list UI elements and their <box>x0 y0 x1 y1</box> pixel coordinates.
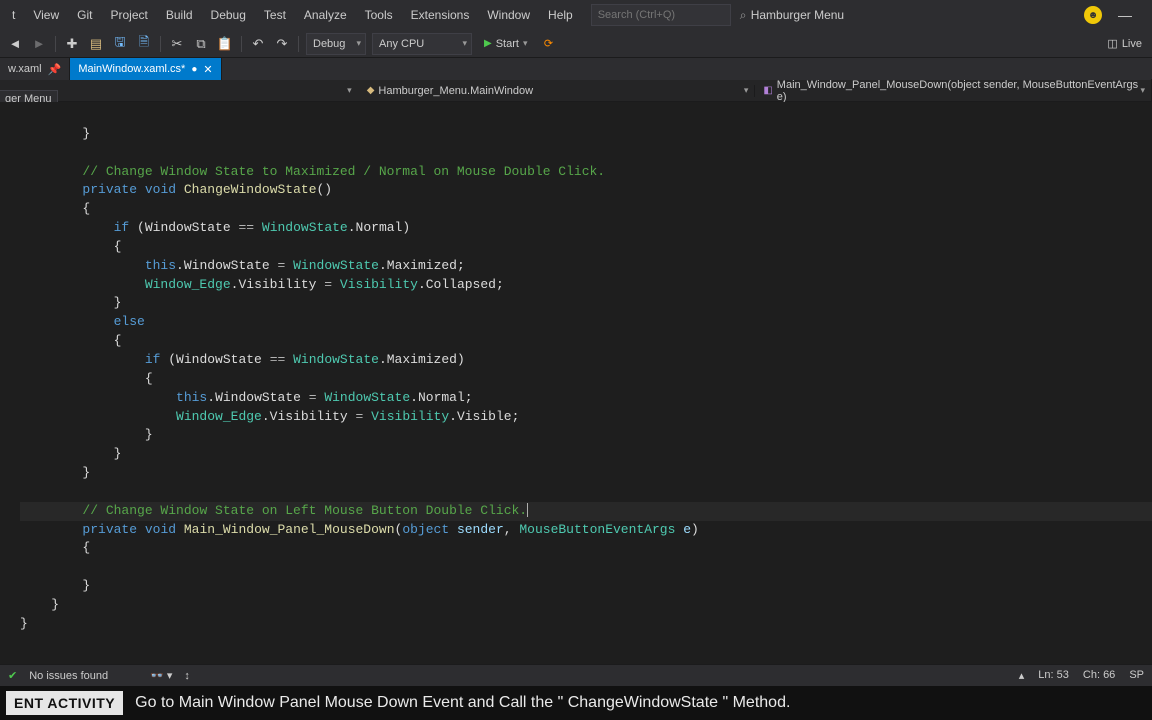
menu-view[interactable]: View <box>25 4 67 26</box>
forward-button[interactable]: ► <box>28 33 50 55</box>
config-dropdown[interactable]: Debug <box>306 33 366 55</box>
arrows-icon[interactable]: ↕ <box>184 670 190 682</box>
menu-help[interactable]: Help <box>540 4 581 26</box>
cut-button[interactable]: ✂ <box>166 33 188 55</box>
activity-overlay: ENT ACTIVITY Go to Main Window Panel Mou… <box>0 686 1152 720</box>
search-box[interactable]: ⌕ <box>591 4 731 26</box>
menu-item[interactable]: t <box>4 4 23 26</box>
glasses-icon[interactable]: 👓 ▾ <box>150 669 172 682</box>
nav-member[interactable]: ◧ Main_Window_Panel_MouseDown(object sen… <box>755 79 1152 103</box>
menu-analyze[interactable]: Analyze <box>296 4 355 26</box>
nav-class[interactable]: ◆ Hamburger_Menu.MainWindow <box>359 85 756 97</box>
save-all-button[interactable]: 🗎 <box>133 33 155 55</box>
close-icon[interactable]: ✕ <box>203 63 212 76</box>
user-badge-icon[interactable]: ☻ <box>1084 6 1102 24</box>
start-label: Start <box>496 38 519 50</box>
menu-git[interactable]: Git <box>69 4 100 26</box>
new-button[interactable]: ✚ <box>61 33 83 55</box>
text-cursor <box>527 503 528 517</box>
dirty-icon: ● <box>191 64 197 75</box>
redo-button[interactable]: ↷ <box>271 33 293 55</box>
menu-tools[interactable]: Tools <box>357 4 401 26</box>
tab-label: w.xaml <box>8 63 42 75</box>
search-input[interactable] <box>598 9 740 21</box>
caret-up-icon[interactable]: ▴ <box>1019 669 1025 682</box>
activity-text: Go to Main Window Panel Mouse Down Event… <box>135 694 790 712</box>
line-indicator[interactable]: Ln: 53 <box>1038 669 1069 682</box>
live-icon: ◫ <box>1107 37 1117 50</box>
char-indicator[interactable]: Ch: 66 <box>1083 669 1115 682</box>
undo-button[interactable]: ↶ <box>247 33 269 55</box>
navigation-bar: ger Menu ◆ Hamburger_Menu.MainWindow ◧ M… <box>0 80 1152 102</box>
back-button[interactable]: ◄ <box>4 33 26 55</box>
tab-cs[interactable]: MainWindow.xaml.cs* ● ✕ <box>70 58 221 80</box>
play-icon: ▶ <box>484 38 492 49</box>
tab-bar: w.xaml 📌 MainWindow.xaml.cs* ● ✕ <box>0 58 1152 80</box>
paste-button[interactable]: 📋 <box>214 33 236 55</box>
minimize-button[interactable]: — <box>1110 3 1140 27</box>
method-icon: ◧ <box>763 85 772 96</box>
platform-dropdown[interactable]: Any CPU <box>372 33 472 55</box>
hot-reload-button[interactable]: ⟳ <box>537 33 559 55</box>
code-editor[interactable]: } // Change Window State to Maximized / … <box>0 102 1152 686</box>
tab-xaml[interactable]: w.xaml 📌 <box>0 58 70 80</box>
live-share[interactable]: ◫ Live <box>1107 37 1148 50</box>
issues-label[interactable]: No issues found <box>29 670 108 682</box>
menu-extensions[interactable]: Extensions <box>403 4 478 26</box>
ok-icon: ✔ <box>8 669 17 682</box>
activity-badge: ENT ACTIVITY <box>6 691 123 715</box>
solution-name: Hamburger Menu <box>751 8 844 22</box>
copy-button[interactable]: ⧉ <box>190 33 212 55</box>
menu-build[interactable]: Build <box>158 4 201 26</box>
tab-label: MainWindow.xaml.cs* <box>78 63 185 75</box>
nav-member-label: Main_Window_Panel_MouseDown(object sende… <box>777 79 1143 103</box>
menu-test[interactable]: Test <box>256 4 294 26</box>
class-icon: ◆ <box>367 85 375 96</box>
menu-project[interactable]: Project <box>102 4 155 26</box>
search-icon: ⌕ <box>740 8 747 23</box>
start-button[interactable]: ▶ Start ▾ <box>476 33 535 55</box>
save-button[interactable]: 🖫 <box>109 33 131 55</box>
menu-debug[interactable]: Debug <box>203 4 254 26</box>
status-bar: ✔ No issues found 👓 ▾ ↕ ▴ Ln: 53 Ch: 66 … <box>0 664 1152 686</box>
nav-class-label: Hamburger_Menu.MainWindow <box>378 85 533 97</box>
toolbar: ◄ ► ✚ ▤ 🖫 🗎 ✂ ⧉ 📋 ↶ ↷ Debug Any CPU ▶ St… <box>0 30 1152 58</box>
spaces-indicator[interactable]: SP <box>1129 669 1144 682</box>
pin-icon[interactable]: 📌 <box>48 63 62 76</box>
open-button[interactable]: ▤ <box>85 33 107 55</box>
menu-window[interactable]: Window <box>479 4 538 26</box>
menu-bar: t View Git Project Build Debug Test Anal… <box>0 0 1152 30</box>
